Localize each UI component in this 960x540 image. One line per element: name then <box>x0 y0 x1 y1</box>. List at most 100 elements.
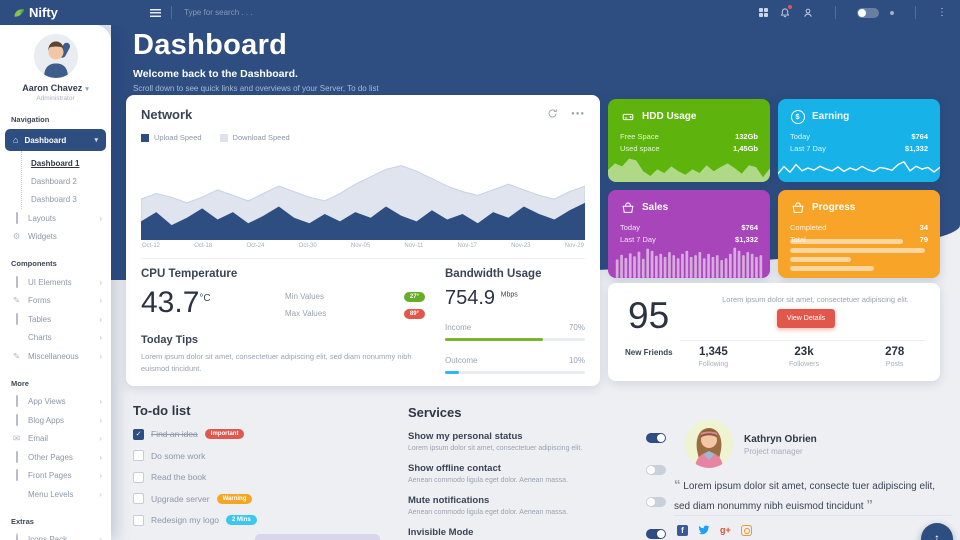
view-details-button[interactable]: View Details <box>777 309 835 328</box>
sales-bar-chart <box>615 247 763 278</box>
x-axis-label: Oct-24 <box>246 243 264 249</box>
sidebar-item-miscellaneous[interactable]: ✎ Miscellaneous › <box>0 347 111 366</box>
home-icon: ⌂ <box>13 136 18 145</box>
nifty-dashboard-app: Nifty ⋮ <box>0 0 960 540</box>
chevron-right-icon: › <box>99 416 102 425</box>
today-tips-title: Today Tips <box>141 334 425 346</box>
facebook-icon[interactable]: f <box>677 525 688 536</box>
user-name[interactable]: Aaron Chavez▾ <box>0 83 111 93</box>
todo-item[interactable]: ✓ Do some work <box>133 450 398 461</box>
hamburger-menu-icon[interactable] <box>150 9 161 17</box>
min-value-badge: 27° <box>404 292 425 302</box>
user-account-icon[interactable] <box>802 7 814 19</box>
refresh-icon[interactable] <box>547 108 558 119</box>
sidebar-item-app-views[interactable]: App Views › <box>0 393 111 412</box>
x-axis-label: Nov-11 <box>404 243 423 249</box>
invisible-mode-toggle[interactable] <box>646 529 666 539</box>
progress-bar <box>790 239 903 244</box>
hdd-free-space-row: Free Space132Gb <box>620 131 758 143</box>
sidebar-item-icons-pack[interactable]: Icons Pack › <box>0 531 111 540</box>
nifty-logo[interactable]: Nifty <box>0 5 124 20</box>
sidebar-item-dashboard[interactable]: ⌂ Dashboard ▾ <box>5 129 106 151</box>
progress-card-title: Progress <box>812 202 855 213</box>
bandwidth-unit: Mbps <box>501 291 518 298</box>
x-axis-label: Nov-23 <box>511 243 530 249</box>
user-avatar[interactable] <box>34 34 78 78</box>
sidebar-item-ui-elements[interactable]: UI Elements › <box>0 273 111 292</box>
sidebar-item-forms[interactable]: ✎ Forms › <box>0 292 111 311</box>
progress-bar <box>790 248 925 253</box>
sidebar-item-charts[interactable]: Charts › <box>0 329 111 348</box>
card-menu-icon[interactable]: ●●● <box>571 111 585 117</box>
profile-avatar[interactable] <box>685 420 733 468</box>
sidebar-subitem-dashboard-3[interactable]: Dashboard 3 <box>22 190 111 208</box>
quote-open-icon: “ <box>674 477 681 492</box>
income-row: Income70% <box>445 323 585 332</box>
scroll-to-top-button[interactable]: ↑ <box>921 523 953 540</box>
todo-checkbox[interactable]: ✓ <box>133 450 144 461</box>
page-title: Dashboard <box>133 29 379 62</box>
topbar-divider <box>171 6 172 19</box>
warning-badge: Warning <box>217 494 253 504</box>
todo-checkbox[interactable]: ✓ <box>133 493 144 504</box>
topbar: Nifty ⋮ <box>0 0 960 25</box>
network-area-chart[interactable] <box>141 147 585 240</box>
upload-swatch <box>141 134 149 142</box>
earning-card[interactable]: $ Earning Today$764 Last 7 Day$1,332 <box>778 99 940 182</box>
cpu-temperature-section: CPU Temperature 43.7°C Min Values 27° Ma… <box>141 268 445 374</box>
hdd-usage-card[interactable]: HDD Usage Free Space132Gb Used space1,45… <box>608 99 770 182</box>
network-card-title: Network <box>141 107 585 122</box>
todo-item[interactable]: ✓ Upgrade server Warning <box>133 493 398 504</box>
sidebar-subitem-dashboard-1[interactable]: Dashboard 1 <box>22 154 111 172</box>
status-dot <box>890 11 894 15</box>
services-title: Services <box>408 405 670 420</box>
sales-week-row: Last 7 Day$1,332 <box>620 234 758 246</box>
chevron-right-icon: › <box>99 434 102 443</box>
overflow-menu-icon[interactable]: ⋮ <box>937 8 947 18</box>
sidebar-item-other-pages[interactable]: Other Pages › <box>0 448 111 467</box>
todo-item[interactable]: ✓ Read the book <box>133 472 398 483</box>
instagram-icon[interactable] <box>741 525 752 536</box>
posts-stat: 278Posts <box>849 346 940 368</box>
mute-notifications-toggle[interactable] <box>646 497 666 507</box>
offline-contact-toggle[interactable] <box>646 465 666 475</box>
todo-item[interactable]: ✓ Redesign my logo 2 Mins <box>133 515 398 526</box>
earning-sparkline-chart <box>778 154 940 182</box>
x-axis-label: Oct-18 <box>194 243 212 249</box>
todo-checkbox[interactable]: ✓ <box>133 515 144 526</box>
apps-grid-icon[interactable] <box>759 8 768 17</box>
earning-today-row: Today$764 <box>790 131 928 143</box>
progress-bar <box>790 266 874 271</box>
progress-card[interactable]: Progress Completed34 Total79 <box>778 190 940 278</box>
twitter-icon[interactable] <box>698 524 710 536</box>
cpu-temperature-value: 43.7°C <box>141 288 211 322</box>
search-input[interactable] <box>182 7 356 18</box>
personal-status-toggle[interactable] <box>646 433 666 443</box>
todo-item[interactable]: ✓ Find an idea Important <box>133 429 398 440</box>
chevron-down-icon: ▾ <box>94 136 98 144</box>
sidebar-item-tables[interactable]: Tables › <box>0 310 111 329</box>
sidebar-item-menu-levels[interactable]: Menu Levels › <box>0 485 111 504</box>
profile-divider <box>674 515 952 516</box>
main-content: Dashboard Welcome back to the Dashboard.… <box>111 25 960 540</box>
legend-download-speed: Download Speed <box>220 133 290 142</box>
income-progress-bar <box>445 338 585 341</box>
sidebar-subitem-dashboard-2[interactable]: Dashboard 2 <box>22 172 111 190</box>
profile-quote: “ Lorem ipsum dolor sit amet, consecte t… <box>674 475 952 514</box>
theme-toggle-switch[interactable] <box>857 8 879 18</box>
basket-icon <box>790 200 805 215</box>
sales-card[interactable]: Sales Today$764 Last 7 Day$1,332 <box>608 190 770 278</box>
sidebar-item-front-pages[interactable]: Front Pages › <box>0 467 111 486</box>
app-views-icon <box>12 397 21 406</box>
new-friends-count: 95 <box>628 295 669 337</box>
notifications-bell-icon[interactable] <box>779 7 791 19</box>
sidebar-item-layouts[interactable]: Layouts › <box>0 209 111 228</box>
bandwidth-title: Bandwidth Usage <box>445 268 585 280</box>
sidebar-item-widgets[interactable]: ⚙ Widgets <box>0 228 111 247</box>
todo-checkbox[interactable]: ✓ <box>133 472 144 483</box>
google-plus-icon[interactable]: g+ <box>720 525 731 535</box>
progress-bar <box>790 257 851 262</box>
sidebar-item-blog-apps[interactable]: Blog Apps › <box>0 411 111 430</box>
sidebar-item-email[interactable]: ✉ Email › <box>0 430 111 449</box>
todo-checkbox[interactable]: ✓ <box>133 429 144 440</box>
